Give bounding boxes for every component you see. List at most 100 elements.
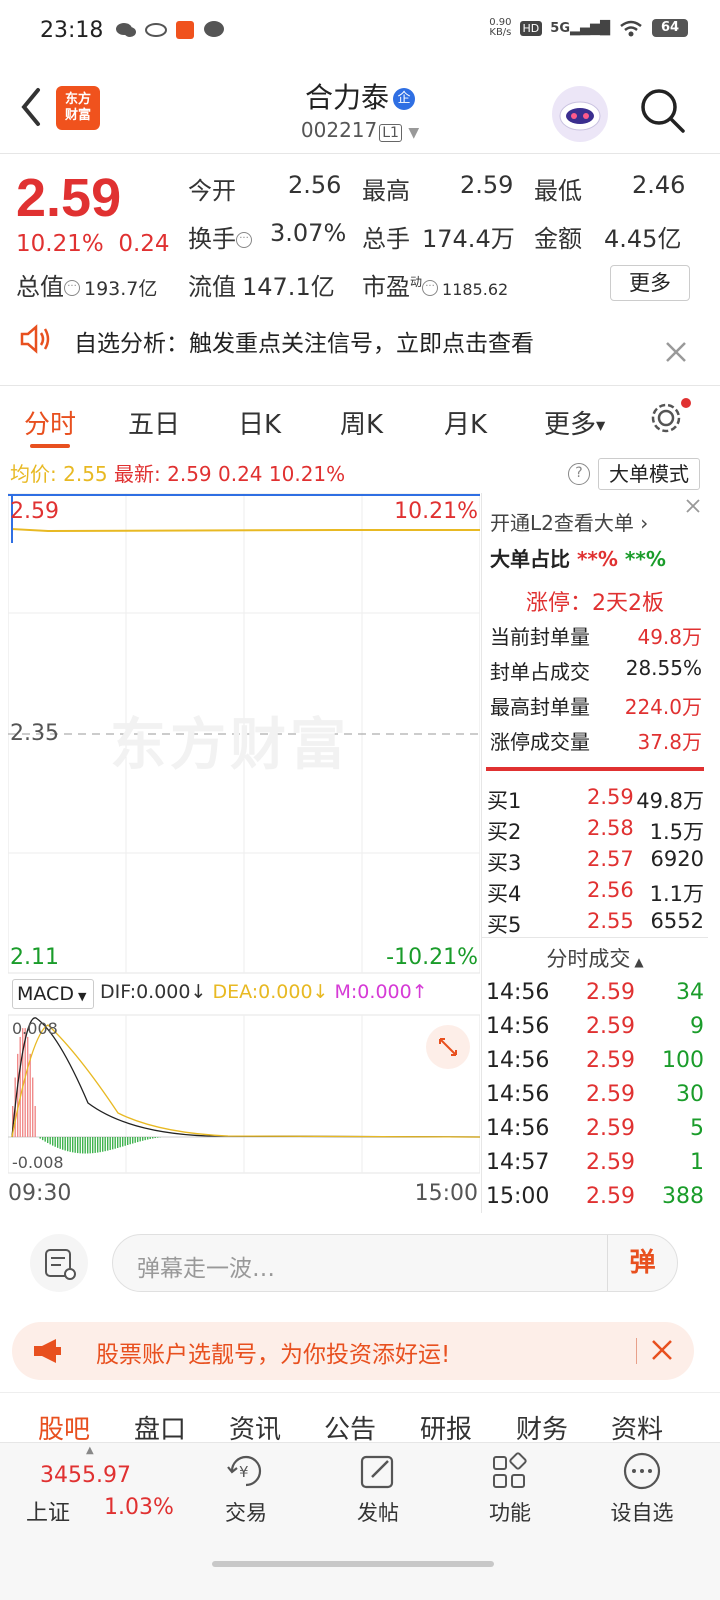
limit-row-label: 涨停成交量 bbox=[490, 730, 590, 754]
tab-monthly-k[interactable]: 月K bbox=[444, 404, 487, 441]
mid-price-label: 2.35 bbox=[10, 721, 59, 746]
macd-bar bbox=[77, 1137, 79, 1154]
tick-row: 14:56 2.59 100 bbox=[486, 1048, 704, 1073]
tick-qty: 9 bbox=[690, 1014, 704, 1039]
assistant-avatar[interactable] bbox=[552, 86, 608, 142]
l2-link-label: 开通L2查看大单 bbox=[490, 511, 634, 535]
expand-button[interactable] bbox=[426, 1025, 470, 1069]
macd-bar bbox=[34, 1106, 36, 1137]
danmu-input[interactable]: 弹幕走一波… 弹 bbox=[112, 1234, 678, 1292]
amount-label: 金额 bbox=[534, 225, 582, 253]
open-label: 今开 bbox=[188, 177, 236, 205]
notice-bar[interactable]: 自选分析：触发重点关注信号，立即点击查看 bbox=[0, 318, 720, 386]
wifi-icon bbox=[620, 20, 642, 37]
price-change: 10.21% 0.24 bbox=[16, 231, 170, 257]
arrow-down-icon: ↓ bbox=[190, 981, 207, 1003]
tick-qty: 1 bbox=[690, 1150, 704, 1175]
more-button[interactable]: 更多 bbox=[610, 265, 690, 301]
bid-price: 2.59 bbox=[587, 785, 634, 809]
close-icon[interactable] bbox=[648, 1336, 676, 1364]
macd-bar bbox=[114, 1137, 116, 1149]
tab-guba[interactable]: 股吧 bbox=[38, 1409, 90, 1446]
info-icon[interactable]: ··· bbox=[64, 280, 80, 296]
index-value[interactable]: 3455.97 bbox=[40, 1463, 131, 1488]
macd-bar bbox=[97, 1137, 99, 1153]
bid-row: 买1 2.59 49.8万 bbox=[487, 785, 704, 815]
tick-time: 14:56 bbox=[486, 1116, 550, 1141]
tick-row: 14:56 2.59 30 bbox=[486, 1082, 704, 1107]
chart-info-line: 均价: 2.55 最新: 2.59 0.24 10.21% bbox=[10, 458, 345, 487]
macd-bar bbox=[137, 1137, 139, 1143]
tab-finance[interactable]: 财务 bbox=[516, 1409, 568, 1446]
close-icon[interactable] bbox=[664, 340, 688, 364]
ticks-title[interactable]: 分时成交 ▲ bbox=[482, 943, 708, 973]
info-icon[interactable]: ··· bbox=[422, 280, 439, 296]
macd-dea-line bbox=[11, 1024, 481, 1138]
add-watchlist-button[interactable]: 设自选 bbox=[592, 1451, 692, 1527]
avg-label: 均价: bbox=[10, 462, 57, 486]
chart-svg bbox=[7, 492, 481, 1174]
tick-price: 2.59 bbox=[586, 1048, 635, 1073]
tick-time: 14:57 bbox=[486, 1150, 550, 1175]
macd-bar bbox=[49, 1137, 51, 1145]
macd-bar bbox=[67, 1137, 69, 1152]
macd-bar bbox=[27, 1036, 29, 1137]
speaker-icon bbox=[20, 324, 50, 354]
turnover-label: 换手 bbox=[188, 225, 236, 253]
tab-five-day[interactable]: 五日 bbox=[128, 404, 180, 441]
time-start-label: 09:30 bbox=[8, 1181, 72, 1206]
trade-label: 交易 bbox=[225, 1501, 267, 1525]
danmu-settings-button[interactable] bbox=[30, 1234, 88, 1292]
info-icon[interactable]: ··· bbox=[236, 232, 252, 248]
grid-icon bbox=[493, 1452, 527, 1488]
watermark: 东方财富 bbox=[110, 713, 350, 778]
indicator-select-label: MACD bbox=[17, 983, 74, 1005]
macd-bar bbox=[32, 1077, 34, 1137]
tab-weekly-k[interactable]: 周K bbox=[340, 404, 383, 441]
avg-price-line bbox=[11, 527, 480, 543]
trade-button[interactable]: ¥ 交易 bbox=[196, 1451, 296, 1527]
mktcap-label: 总值 bbox=[16, 273, 64, 301]
functions-button[interactable]: 功能 bbox=[460, 1451, 560, 1527]
big-ratio-sell: **% bbox=[624, 547, 666, 571]
macd-bar bbox=[57, 1137, 59, 1148]
bid-price: 2.56 bbox=[587, 878, 634, 902]
macd-bar bbox=[89, 1137, 91, 1154]
enterprise-badge: 企 bbox=[393, 88, 415, 110]
help-icon[interactable]: ? bbox=[568, 463, 590, 485]
tab-daily-k[interactable]: 日K bbox=[238, 404, 281, 441]
dea-value: DEA:0.000 bbox=[212, 981, 313, 1003]
l2-link[interactable]: 开通L2查看大单 › bbox=[490, 507, 702, 536]
post-button[interactable]: 发帖 bbox=[328, 1451, 428, 1527]
tick-price: 2.59 bbox=[586, 1184, 635, 1209]
current-price: 2.59 bbox=[16, 168, 122, 228]
tab-more[interactable]: 更多▼ bbox=[544, 404, 605, 441]
tab-news[interactable]: 资讯 bbox=[229, 1409, 281, 1446]
macd-bar bbox=[69, 1137, 71, 1152]
arrow-down-icon: ↓ bbox=[312, 981, 329, 1003]
m-value: M:0.000 bbox=[334, 981, 412, 1003]
macd-bar bbox=[144, 1137, 146, 1141]
arrow-up-icon: ↑ bbox=[411, 981, 428, 1003]
tab-announcements[interactable]: 公告 bbox=[324, 1409, 376, 1446]
tab-pankou[interactable]: 盘口 bbox=[134, 1409, 186, 1446]
tick-row: 14:56 2.59 9 bbox=[486, 1014, 704, 1039]
intraday-chart[interactable]: 2.59 10.21% 2.35 2.11 -10.21% MACD ▼ DIF:… bbox=[7, 492, 481, 1213]
latest-pct: 10.21% bbox=[268, 462, 346, 486]
search-icon[interactable] bbox=[638, 86, 688, 136]
limit-row: 封单占成交 28.55% bbox=[490, 656, 702, 685]
float-label: 流值 bbox=[188, 273, 236, 301]
gear-icon[interactable] bbox=[648, 400, 684, 436]
macd-values: DIF:0.000↓ DEA:0.000↓ M:0.000↑ bbox=[100, 981, 428, 1003]
status-time: 23:18 bbox=[40, 18, 104, 43]
indicator-select[interactable]: MACD ▼ bbox=[12, 979, 94, 1009]
big-order-mode-button[interactable]: 大单模式 bbox=[598, 458, 700, 490]
macd-bar bbox=[139, 1137, 141, 1142]
limit-row-label: 最高封单量 bbox=[490, 695, 590, 719]
tab-profile[interactable]: 资料 bbox=[611, 1409, 663, 1446]
tab-intraday[interactable]: 分时 bbox=[24, 404, 76, 441]
stock-code[interactable]: 002217 L1 ▼ bbox=[0, 118, 720, 142]
danmu-send-button[interactable]: 弹 bbox=[607, 1235, 677, 1291]
tab-research[interactable]: 研报 bbox=[420, 1409, 472, 1446]
promo-banner[interactable]: 股票账户选靓号，为你投资添好运! bbox=[12, 1322, 694, 1380]
